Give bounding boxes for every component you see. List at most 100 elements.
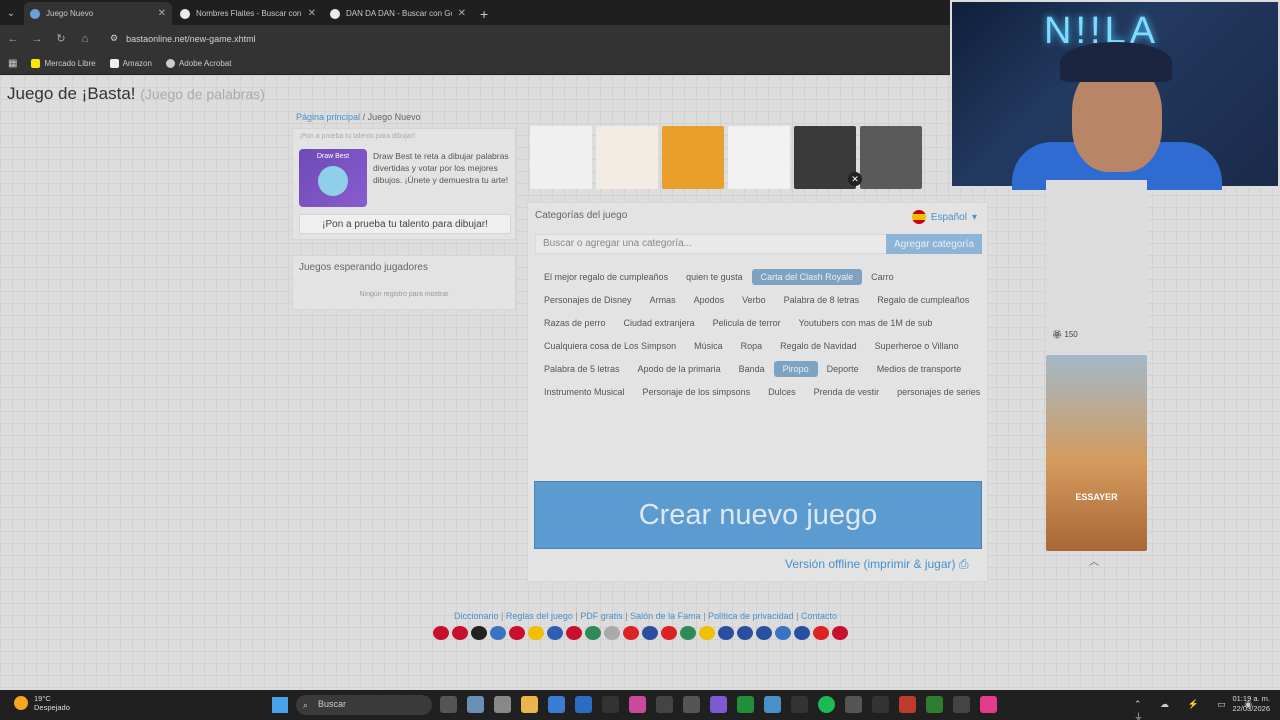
browser-tab-0[interactable]: Juego Nuevo ✕ [24, 2, 172, 25]
chevron-up-icon[interactable]: ︿ [1089, 553, 1099, 568]
category-chip[interactable]: Apodo de la primaria [629, 361, 730, 377]
app-icon[interactable] [683, 696, 700, 713]
create-game-button[interactable]: Crear nuevo juego [534, 481, 982, 549]
language-flag-icon[interactable] [718, 626, 734, 640]
url-field[interactable]: ⚙ bastaonline.net/new-game.xhtml [110, 33, 256, 44]
language-flag-icon[interactable] [566, 626, 582, 640]
category-chip[interactable]: personajes de series [888, 384, 989, 400]
apps-grid-icon[interactable]: ▦ [8, 58, 17, 69]
category-chip-selected[interactable]: Piropo [773, 360, 818, 377]
footer-link[interactable]: Reglas del juego [506, 611, 573, 621]
category-chip[interactable]: Dulces [759, 384, 805, 400]
ad-helmet-image[interactable] [596, 126, 658, 189]
clock[interactable]: 01:19 a. m. 22/03/2026 [1232, 694, 1270, 714]
category-chip[interactable]: El mejor regalo de cumpleaños [535, 269, 677, 285]
bookmark-item[interactable]: Amazon [109, 58, 152, 68]
language-flag-icon[interactable] [528, 626, 544, 640]
category-chip[interactable]: Armas [641, 292, 685, 308]
category-search-input[interactable]: Buscar o agregar una categoría... [535, 234, 887, 254]
category-chip[interactable]: Regalo de cumpleaños [868, 292, 978, 308]
category-chip[interactable]: Personajes de Disney [535, 292, 641, 308]
taskbar-search[interactable]: ⌕ Buscar [296, 695, 432, 715]
category-chip[interactable]: Superheroe o Villano [866, 338, 968, 354]
language-flag-icon[interactable] [699, 626, 715, 640]
settings-icon[interactable] [467, 696, 484, 713]
category-chip[interactable]: Banda [730, 361, 774, 377]
side-game-ad[interactable]: 🏵 150 ESSAYER [1046, 180, 1147, 551]
category-chip[interactable]: Pelicula de terror [704, 315, 790, 331]
app-icon[interactable] [548, 696, 565, 713]
category-chip[interactable]: Palabra de 5 letras [535, 361, 629, 377]
category-chip[interactable]: Regalo de Navidad [771, 338, 866, 354]
language-flag-icon[interactable] [661, 626, 677, 640]
ad-cap-image[interactable] [860, 126, 922, 189]
category-chip-selected[interactable]: Carta del Clash Royale [751, 268, 863, 285]
back-icon[interactable]: ← [6, 33, 20, 45]
spotify-icon[interactable] [818, 696, 835, 713]
word-icon[interactable] [575, 696, 592, 713]
category-chip[interactable]: Música [685, 338, 732, 354]
category-chip[interactable]: Ropa [732, 338, 772, 354]
close-icon[interactable]: ✕ [158, 8, 166, 19]
language-flag-icon[interactable] [642, 626, 658, 640]
draw-best-image[interactable]: Draw Best [299, 149, 367, 207]
footer-link[interactable]: Salón de la Fama [630, 611, 701, 621]
site-info-icon[interactable]: ⚙ [110, 33, 118, 44]
new-tab-button[interactable]: + [480, 6, 488, 22]
language-flag-icon[interactable] [509, 626, 525, 640]
language-flag-icon[interactable] [775, 626, 791, 640]
language-select[interactable]: Español ▾ [911, 210, 977, 224]
tab-list-icon[interactable]: ⌄ [0, 2, 22, 24]
category-chip[interactable]: Deporte [818, 361, 868, 377]
app-icon[interactable] [602, 696, 619, 713]
category-chip[interactable]: Cualquiera cosa de Los Simpson [535, 338, 685, 354]
app-icon[interactable] [656, 696, 673, 713]
tiktok-icon[interactable] [980, 696, 997, 713]
language-flag-icon[interactable] [452, 626, 468, 640]
category-chip[interactable]: Palabra de 8 letras [775, 292, 869, 308]
breadcrumb-home[interactable]: Página principal [296, 112, 360, 122]
footer-link[interactable]: PDF gratis [580, 611, 623, 621]
app-icon[interactable] [791, 696, 808, 713]
category-chip[interactable]: Ciudad extranjera [615, 315, 704, 331]
app-icon[interactable] [926, 696, 943, 713]
category-chip[interactable]: Personaje de los simpsons [634, 384, 760, 400]
forward-icon[interactable]: → [30, 33, 44, 45]
language-flag-icon[interactable] [604, 626, 620, 640]
offline-version-link[interactable]: Versión offline (imprimir & jugar) ⎙ [785, 557, 968, 572]
instagram-icon[interactable] [629, 696, 646, 713]
windows-start-icon[interactable] [272, 697, 288, 713]
store-icon[interactable] [494, 696, 511, 713]
category-chip[interactable]: Carro [862, 269, 903, 285]
bookmark-item[interactable]: Mercado Libre [31, 58, 96, 68]
draw-best-button[interactable]: ¡Pon a prueba tu talento para dibujar! [299, 214, 511, 234]
language-flag-icon[interactable] [794, 626, 810, 640]
ad-dress-image[interactable] [662, 126, 724, 189]
language-flag-icon[interactable] [832, 626, 848, 640]
category-chip[interactable]: Youtubers con mas de 1M de sub [790, 315, 942, 331]
app-icon[interactable] [710, 696, 727, 713]
category-chip[interactable]: Verbo [733, 292, 775, 308]
close-icon[interactable]: ✕ [308, 8, 316, 19]
add-category-button[interactable]: Agregar categoría [886, 234, 982, 254]
app-icon[interactable] [845, 696, 862, 713]
category-chip[interactable]: Apodos [685, 292, 734, 308]
task-view-icon[interactable] [440, 696, 457, 713]
ad-game-image[interactable] [1046, 355, 1147, 551]
excel-icon[interactable] [737, 696, 754, 713]
language-flag-icon[interactable] [680, 626, 696, 640]
language-flag-icon[interactable] [471, 626, 487, 640]
weather-widget[interactable]: 19°C Despejado [14, 694, 70, 712]
app-icon[interactable] [899, 696, 916, 713]
category-chip[interactable]: Instrumento Musical [535, 384, 634, 400]
ad-bag-image[interactable] [530, 126, 592, 189]
footer-link[interactable]: Política de privacidad [708, 611, 794, 621]
chrome-icon[interactable] [764, 696, 781, 713]
category-chip[interactable]: Razas de perro [535, 315, 615, 331]
close-icon[interactable]: ✕ [848, 172, 862, 186]
home-icon[interactable]: ⌂ [78, 33, 92, 45]
browser-tab-2[interactable]: DAN DA DAN - Buscar con Goo ✕ [324, 2, 472, 25]
footer-link[interactable]: Diccionario [454, 611, 499, 621]
language-flag-icon[interactable] [623, 626, 639, 640]
language-flag-icon[interactable] [547, 626, 563, 640]
